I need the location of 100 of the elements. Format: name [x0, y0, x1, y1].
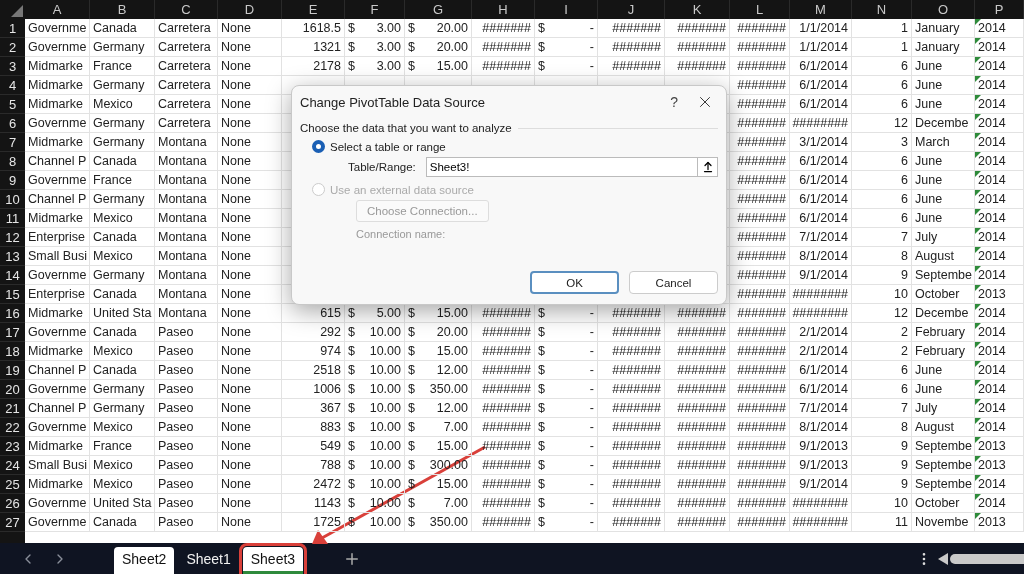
table-cell: 2014: [975, 228, 1024, 247]
dialog-button[interactable]: OK: [530, 271, 619, 294]
scroll-left-icon[interactable]: [938, 552, 948, 565]
table-cell: 2014: [975, 114, 1024, 133]
table-cell: #######: [598, 399, 665, 418]
table-cell: August: [912, 247, 975, 266]
table-cell: #######: [598, 380, 665, 399]
column-header[interactable]: C: [155, 0, 218, 19]
table-cell: Midmarke: [25, 133, 90, 152]
table-cell: 2014: [975, 475, 1024, 494]
column-header[interactable]: A: [25, 0, 90, 19]
table-cell: $ 350.00: [405, 380, 472, 399]
table-cell: #######: [598, 456, 665, 475]
table-cell: None: [218, 456, 282, 475]
table-cell: 1/1/2014: [790, 38, 852, 57]
table-cell: $ 12.00: [405, 399, 472, 418]
column-header[interactable]: I: [535, 0, 598, 19]
table-cell: Governme: [25, 380, 90, 399]
table-cell: #######: [730, 304, 790, 323]
table-cell: 6: [852, 190, 912, 209]
table-cell: June: [912, 57, 975, 76]
table-cell: 2472: [282, 475, 345, 494]
table-cell: 2014: [975, 133, 1024, 152]
column-header[interactable]: J: [598, 0, 665, 19]
table-cell: 6: [852, 209, 912, 228]
table-cell: None: [218, 228, 282, 247]
scroll-thumb[interactable]: [950, 553, 1024, 564]
table-cell: $ -: [535, 19, 598, 38]
table-cell: Midmarke: [25, 342, 90, 361]
table-cell: Canada: [90, 361, 155, 380]
table-cell: #######: [730, 513, 790, 532]
sheet-tab[interactable]: Sheet2: [114, 547, 175, 574]
table-cell: Enterprise: [25, 228, 90, 247]
table-cell: Channel P: [25, 361, 90, 380]
table-cell: Mexico: [90, 475, 155, 494]
table-cell: 2014: [975, 266, 1024, 285]
table-cell: Paseo: [155, 342, 218, 361]
table-cell: United Sta: [90, 494, 155, 513]
table-cell: Paseo: [155, 399, 218, 418]
table-cell: October: [912, 494, 975, 513]
table-cell: Midmarke: [25, 437, 90, 456]
table-cell: 2014: [975, 418, 1024, 437]
table-cell: 2013: [975, 285, 1024, 304]
table-cell: #######: [472, 437, 535, 456]
table-cell: #######: [730, 171, 790, 190]
table-cell: ########: [790, 494, 852, 513]
table-cell: Paseo: [155, 513, 218, 532]
column-header[interactable]: E: [282, 0, 345, 19]
collapse-dialog-icon[interactable]: [697, 157, 718, 177]
column-header[interactable]: D: [218, 0, 282, 19]
table-cell: 2014: [975, 380, 1024, 399]
table-cell: 974: [282, 342, 345, 361]
table-cell: 2014: [975, 247, 1024, 266]
table-cell: 8: [852, 418, 912, 437]
select-all-triangle-icon[interactable]: [11, 5, 23, 17]
table-cell: #######: [665, 475, 730, 494]
table-cell: #######: [730, 76, 790, 95]
table-cell: Canada: [90, 323, 155, 342]
table-cell: 6/1/2014: [790, 380, 852, 399]
table-cell: None: [218, 247, 282, 266]
table-cell: None: [218, 133, 282, 152]
table-cell: #######: [598, 437, 665, 456]
table-cell: France: [90, 437, 155, 456]
dialog-button[interactable]: Cancel: [629, 271, 718, 294]
table-cell: $ 3.00: [345, 38, 405, 57]
table-cell: 6/1/2014: [790, 361, 852, 380]
column-header[interactable]: L: [730, 0, 790, 19]
table-cell: $ 15.00: [405, 437, 472, 456]
table-cell: #######: [730, 361, 790, 380]
column-header[interactable]: G: [405, 0, 472, 19]
column-header[interactable]: O: [912, 0, 975, 19]
column-header[interactable]: M: [790, 0, 852, 19]
column-header[interactable]: B: [90, 0, 155, 19]
table-cell: $ 10.00: [345, 475, 405, 494]
table-cell: Governme: [25, 494, 90, 513]
table-cell: June: [912, 76, 975, 95]
table-cell: 10: [852, 285, 912, 304]
table-cell: 6: [852, 361, 912, 380]
radio-option[interactable]: Select a table or range: [312, 140, 718, 153]
column-header[interactable]: H: [472, 0, 535, 19]
table-cell: 6: [852, 380, 912, 399]
table-cell: $ -: [535, 456, 598, 475]
table-cell: #######: [665, 513, 730, 532]
table-cell: $ -: [535, 342, 598, 361]
table-cell: #######: [730, 152, 790, 171]
table-cell: #######: [730, 57, 790, 76]
column-header[interactable]: K: [665, 0, 730, 19]
table-cell: Septembe: [912, 456, 975, 475]
table-cell: Governme: [25, 418, 90, 437]
table-cell: None: [218, 304, 282, 323]
table-cell: #######: [730, 209, 790, 228]
table-cell: Montana: [155, 266, 218, 285]
range-field[interactable]: Sheet3!: [425, 157, 697, 177]
column-header[interactable]: N: [852, 0, 912, 19]
table-cell: Midmarke: [25, 304, 90, 323]
table-cell: None: [218, 19, 282, 38]
table-cell: 2/1/2014: [790, 342, 852, 361]
column-header[interactable]: F: [345, 0, 405, 19]
help-button[interactable]: ?: [664, 94, 684, 110]
table-cell: February: [912, 323, 975, 342]
